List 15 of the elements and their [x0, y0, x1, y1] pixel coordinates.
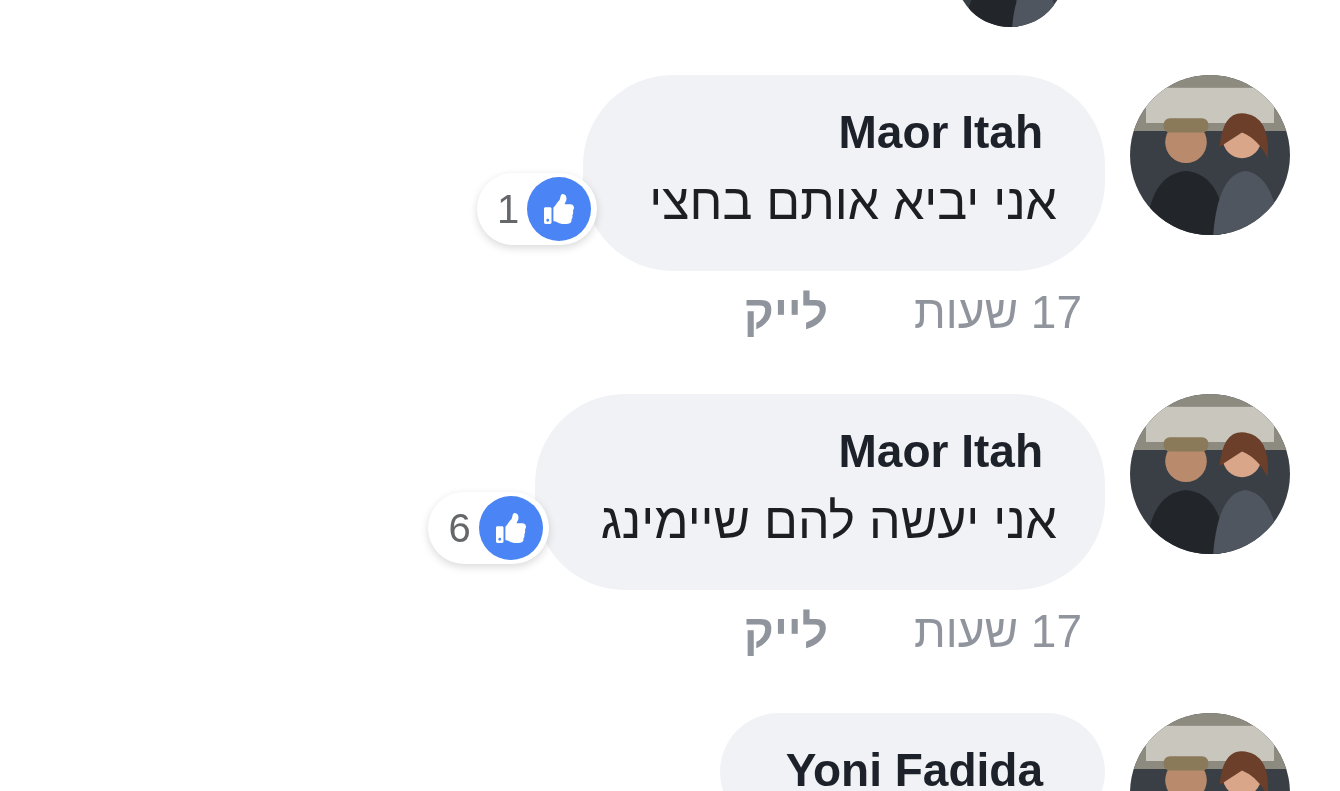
commenter-name[interactable]: Yoni Fadida [785, 743, 1057, 791]
like-link[interactable]: לייק [743, 285, 828, 339]
like-link[interactable]: לייק [743, 604, 828, 658]
reaction-badge[interactable]: 1 [477, 173, 598, 245]
reaction-count: 6 [448, 505, 471, 551]
comment-time: 17 שעות [913, 604, 1082, 658]
commenter-name[interactable]: Maor Itah [838, 105, 1057, 159]
comment-text: אני יביא אותם בחצי [649, 173, 1057, 232]
thumbs-up-icon [527, 177, 592, 241]
commenter-name[interactable]: Maor Itah [838, 424, 1057, 478]
thumbs-up-icon [478, 496, 543, 560]
reaction-count: 1 [497, 186, 520, 232]
reaction-badge[interactable]: 6 [428, 492, 549, 564]
comment-text: אני יעשה להם שיימינג [600, 492, 1057, 551]
comment-time: 17 שעות [913, 285, 1082, 339]
